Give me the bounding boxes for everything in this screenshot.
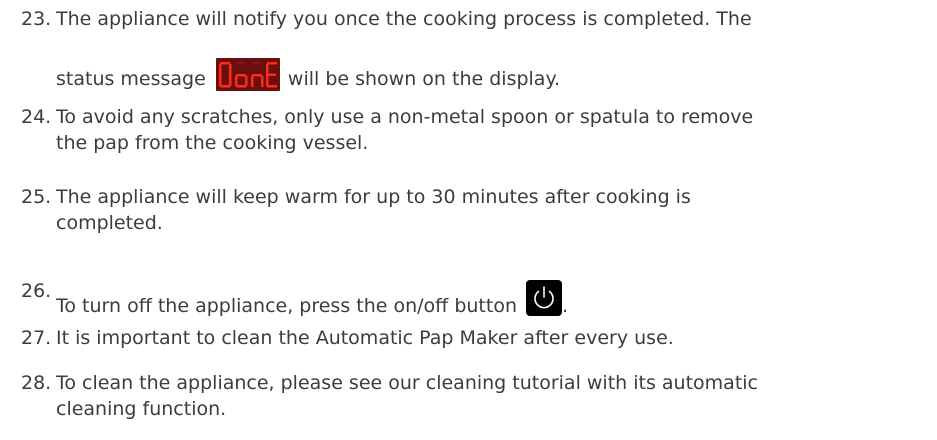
item-text: To turn off the appliance, press the on/… bbox=[56, 295, 517, 317]
done-status-display bbox=[215, 58, 280, 91]
item-number: 26. bbox=[21, 280, 52, 302]
item-text: completed. bbox=[56, 212, 163, 234]
item-number: 23. bbox=[21, 8, 52, 30]
item-text: The appliance will keep warm for up to 3… bbox=[56, 186, 691, 208]
item-text: the pap from the cooking vessel. bbox=[56, 132, 369, 154]
item-text: will be shown on the display. bbox=[287, 68, 561, 90]
item-text: To avoid any scratches, only use a non-m… bbox=[56, 106, 754, 128]
item-number: 28. bbox=[21, 372, 52, 394]
item-number: 24. bbox=[21, 106, 52, 128]
power-icon bbox=[534, 286, 554, 309]
item-text: . bbox=[562, 295, 569, 317]
seven-segment-done-icon bbox=[218, 62, 277, 88]
item-text: To clean the appliance, please see our c… bbox=[56, 372, 758, 394]
item-text: The appliance will notify you once the c… bbox=[56, 8, 752, 30]
item-text: status message bbox=[56, 68, 206, 90]
on-off-button-image bbox=[526, 280, 563, 316]
item-text-line: status message will be shown on the disp… bbox=[56, 58, 560, 91]
item-text: cleaning function. bbox=[56, 398, 227, 420]
item-number: 27. bbox=[21, 327, 52, 349]
item-text-line: To turn off the appliance, press the on/… bbox=[56, 280, 568, 317]
item-text: It is important to clean the Automatic P… bbox=[56, 327, 674, 349]
item-number: 25. bbox=[21, 186, 52, 208]
